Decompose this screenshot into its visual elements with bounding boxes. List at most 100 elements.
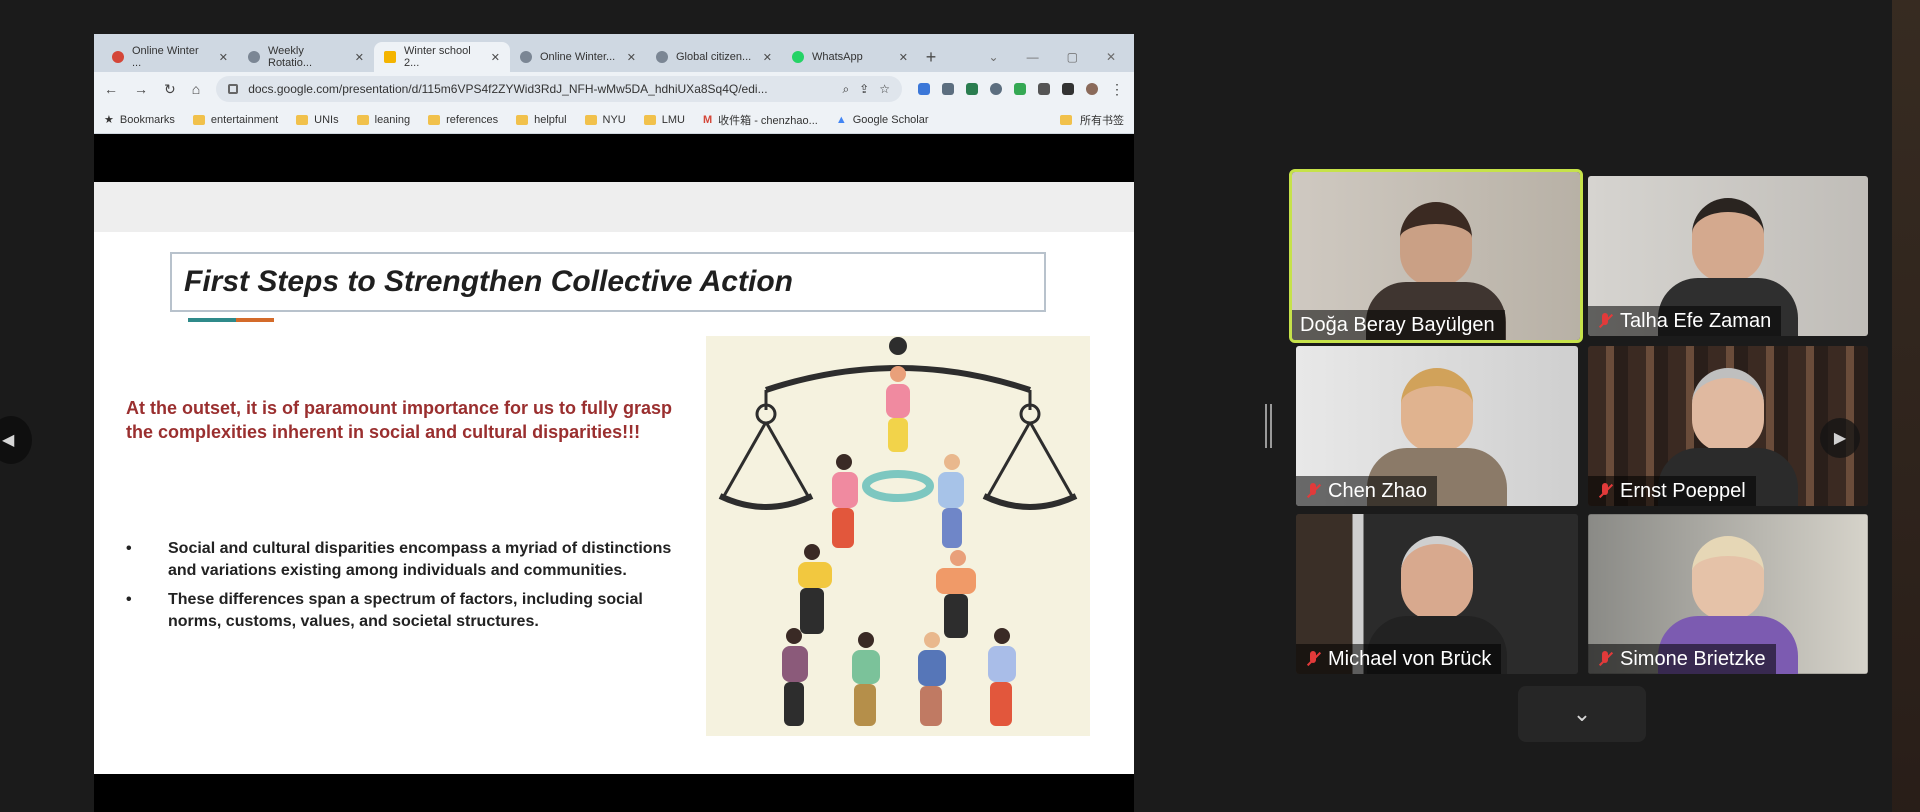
expand-gallery-button[interactable]: ⌄ — [1518, 686, 1646, 742]
participant-tile[interactable]: Talha Efe Zaman — [1588, 176, 1868, 336]
folder-icon — [1060, 114, 1072, 125]
previous-page-button[interactable]: ◀ — [0, 416, 32, 464]
bullet-list: • Social and cultural disparities encomp… — [126, 538, 686, 640]
tab-label: Global citizen... — [676, 51, 752, 63]
web-icon — [520, 51, 532, 63]
close-icon[interactable]: ✕ — [491, 51, 500, 64]
lock-icon — [228, 84, 239, 94]
home-icon[interactable]: ⌂ — [192, 81, 200, 97]
mic-muted-icon — [1304, 482, 1322, 500]
tab-global-citizen[interactable]: Global citizen... ✕ — [646, 42, 782, 72]
navigation-bar: ← → ↻ ⌂ docs.google.com/presentation/d/1… — [94, 72, 1134, 106]
slide-header-band — [94, 182, 1134, 232]
folder-icon — [428, 114, 441, 125]
tab-online-winter-1[interactable]: Online Winter ... ✕ — [102, 42, 238, 72]
other-bookmarks[interactable]: 所有书签 — [1060, 112, 1124, 128]
extension-icons: ⋮ — [918, 81, 1124, 98]
tab-label: Winter school 2... — [404, 45, 471, 69]
title-underline-orange — [236, 318, 274, 322]
reload-icon[interactable]: ↻ — [164, 81, 176, 98]
tab-winter-school[interactable]: Winter school 2... ✕ — [374, 42, 510, 72]
gmail-icon: M — [702, 113, 713, 126]
forward-icon[interactable]: → — [134, 81, 148, 97]
bookmark-folder[interactable]: entertainment — [192, 114, 278, 126]
participant-tile[interactable]: Doğa Beray Bayülgen — [1289, 169, 1583, 343]
bookmark-item[interactable]: ★ Bookmarks — [104, 113, 175, 127]
lead-paragraph: At the outset, it is of paramount import… — [126, 398, 673, 443]
whatsapp-icon — [792, 51, 804, 63]
mic-muted-icon — [1596, 482, 1614, 500]
bookmark-folder[interactable]: LMU — [643, 114, 685, 126]
window-controls: ⌄ — ▢ ✕ — [989, 42, 1134, 72]
bookmark-folder[interactable]: UNIs — [296, 114, 339, 126]
participant-tile[interactable]: Chen Zhao — [1296, 346, 1578, 506]
mic-muted-icon — [1304, 650, 1322, 668]
participant-name-tag: Michael von Brück — [1296, 644, 1502, 674]
bookmark-item[interactable]: M 收件箱 - chenzhao... — [703, 112, 818, 128]
gmail-icon — [112, 51, 124, 63]
share-icon[interactable]: ⇪ — [859, 82, 869, 96]
close-window-icon[interactable]: ✕ — [1106, 50, 1116, 64]
next-participants-button[interactable]: ▶ — [1820, 418, 1860, 458]
menu-icon[interactable]: ⋮ — [1110, 81, 1124, 98]
panel-resize-handle[interactable] — [1263, 404, 1273, 448]
close-icon[interactable]: ✕ — [899, 51, 908, 64]
participant-tile[interactable]: Simone Brietzke — [1588, 514, 1868, 674]
close-icon[interactable]: ✕ — [355, 51, 364, 64]
extension-icon[interactable] — [966, 83, 978, 95]
bookmark-folder[interactable]: helpful — [516, 114, 567, 126]
zoom-icon[interactable]: ⌕ — [842, 82, 849, 97]
participant-name-tag: Chen Zhao — [1296, 476, 1437, 506]
maximize-icon[interactable]: ▢ — [1067, 50, 1078, 64]
close-icon[interactable]: ✕ — [763, 51, 772, 64]
chevron-down-icon: ⌄ — [1572, 701, 1592, 726]
bookmarks-bar: ★ Bookmarks entertainment UNIs leaning re… — [94, 106, 1134, 134]
list-item: • Social and cultural disparities encomp… — [126, 538, 686, 583]
tab-strip: Online Winter ... ✕ Weekly Rotatio... ✕ … — [94, 34, 1134, 72]
bookmark-item[interactable]: ▲ Google Scholar — [836, 114, 929, 126]
star-icon: ★ — [104, 114, 114, 126]
chevron-down-icon[interactable]: ⌄ — [989, 50, 999, 64]
folder-icon — [356, 114, 369, 125]
sidebar-icon[interactable] — [1062, 83, 1074, 95]
participant-name-tag: Simone Brietzke — [1588, 644, 1776, 674]
chevron-left-icon: ◀ — [2, 432, 15, 449]
slide-title-box: First Steps to Strengthen Collective Act… — [170, 252, 1046, 312]
tab-weekly-rotation[interactable]: Weekly Rotatio... ✕ — [238, 42, 374, 72]
web-icon — [248, 51, 260, 63]
new-tab-button[interactable]: + — [918, 42, 944, 72]
participant-name-tag: Doğa Beray Bayülgen — [1292, 310, 1505, 340]
list-item: • These differences span a spectrum of f… — [126, 589, 686, 634]
tab-label: Online Winter... — [540, 51, 616, 63]
close-icon[interactable]: ✕ — [627, 51, 636, 64]
participant-tile[interactable]: Michael von Brück — [1296, 514, 1578, 674]
extension-icon[interactable] — [942, 83, 954, 95]
close-icon[interactable]: ✕ — [219, 51, 228, 64]
browser-window: Online Winter ... ✕ Weekly Rotatio... ✕ … — [94, 34, 1134, 134]
tab-label: Weekly Rotatio... — [268, 45, 313, 69]
tab-whatsapp[interactable]: WhatsApp ✕ — [782, 42, 918, 72]
folder-icon — [584, 114, 597, 125]
shared-screen: Online Winter ... ✕ Weekly Rotatio... ✕ … — [94, 34, 1134, 812]
tab-online-winter-2[interactable]: Online Winter... ✕ — [510, 42, 646, 72]
bookmark-folder[interactable]: references — [428, 114, 498, 126]
mic-muted-icon — [1596, 312, 1614, 330]
translate-icon[interactable] — [918, 83, 930, 95]
bullet-icon: • — [126, 540, 132, 557]
bookmark-folder[interactable]: leaning — [356, 114, 410, 126]
tab-label: Online Winter ... — [132, 45, 199, 69]
folder-icon — [296, 114, 309, 125]
participant-name-tag: Ernst Poeppel — [1588, 476, 1756, 506]
puzzle-icon[interactable] — [1038, 83, 1050, 95]
bookmark-star-icon[interactable]: ☆ — [879, 82, 890, 96]
slides-icon — [384, 51, 396, 63]
folder-icon — [516, 114, 529, 125]
bookmark-folder[interactable]: NYU — [584, 114, 626, 126]
drive-icon[interactable] — [1014, 83, 1026, 95]
back-icon[interactable]: ← — [104, 81, 118, 97]
extension-icon[interactable] — [990, 83, 1002, 95]
minimize-icon[interactable]: — — [1027, 50, 1039, 64]
address-bar[interactable]: docs.google.com/presentation/d/115m6VPS4… — [216, 76, 902, 102]
avatar[interactable] — [1086, 83, 1098, 95]
balance-illustration — [706, 336, 1090, 736]
